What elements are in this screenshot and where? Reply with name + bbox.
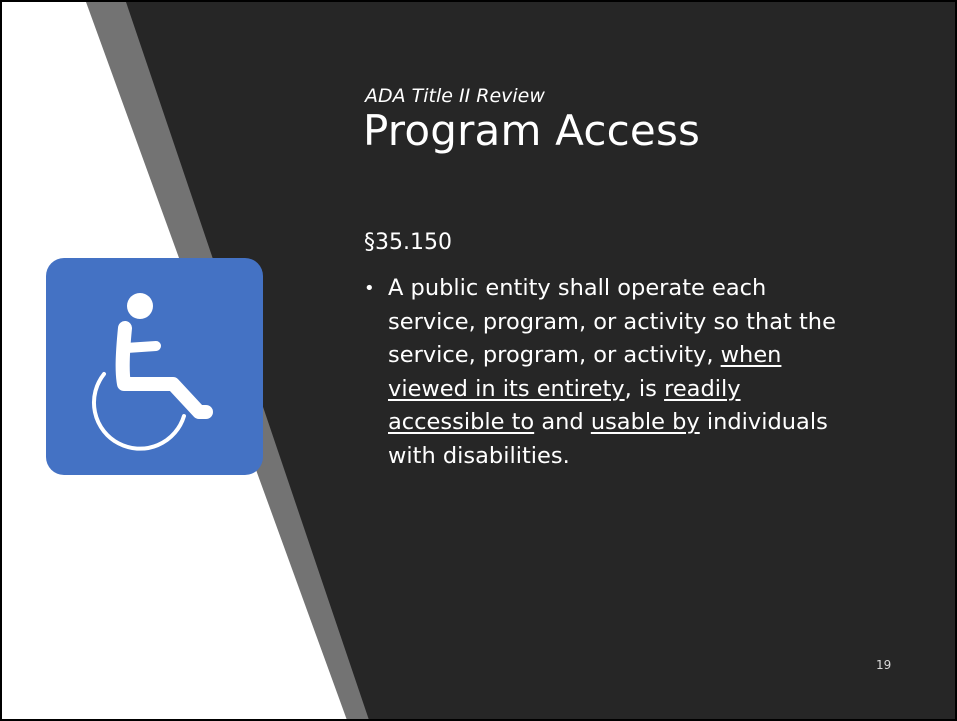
underlined-phrase: readily [664,375,741,402]
underlined-phrase: viewed in its entirety [388,375,625,402]
page-number: 19 [876,658,892,672]
wheelchair-icon-tile [46,258,263,475]
text-segment: individuals [699,409,828,435]
text-segment: , is [624,375,665,402]
underlined-phrase: usable by [590,409,700,435]
slide-subtitle: ADA Title II Review [365,85,545,107]
underlined-phrase: accessible to [388,409,535,435]
wheelchair-icon [46,258,263,475]
text-segment: service, program, or activity so that th… [388,308,836,335]
section-heading: §35.150 [364,230,452,255]
text-segment: service, program, or activity, [388,342,721,368]
text-segment: and [534,409,591,435]
bullet-line: with disabilities. [388,440,898,474]
bullet-line: A public entity shall operate each [388,272,898,306]
bullet-line: service, program, or activity, when [388,339,898,373]
slide-title: Program Access [363,106,701,155]
bullet-line: viewed in its entirety, is readily [388,373,898,407]
bullet-marker: • [364,278,375,299]
bullet-line: accessible to and usable by individuals [388,406,898,440]
text-segment: A public entity shall operate each [388,275,767,301]
bullet-text: A public entity shall operate each servic… [388,272,898,473]
slide: ADA Title II Review Program Access §35.1… [0,0,957,721]
text-segment: with disabilities. [388,442,570,469]
underlined-phrase: when [720,342,782,368]
bullet-line: service, program, or activity so that th… [388,306,898,340]
